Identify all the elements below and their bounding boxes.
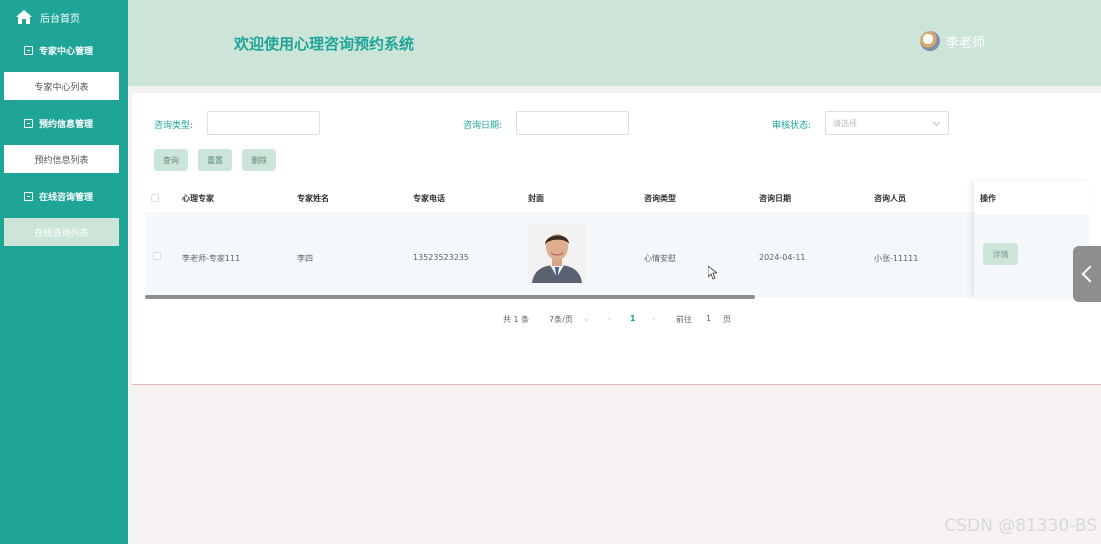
review-status-label: 审核状态:	[772, 121, 812, 131]
chevron-down-icon	[932, 118, 941, 127]
avatar	[919, 31, 940, 51]
delete-button[interactable]: 删除	[242, 149, 276, 171]
watermark: CSDN @81330-BS	[944, 516, 1097, 536]
sidebar-item-label: 在线咨询列表	[34, 228, 89, 239]
col-header: 咨询人员	[874, 194, 906, 203]
consult-date-input[interactable]	[516, 111, 629, 135]
mouse-cursor-icon	[708, 266, 717, 280]
page-title: 欢迎使用心理咨询预约系统	[234, 35, 415, 53]
page-size-select[interactable]: 7条/页	[549, 314, 573, 325]
sidebar-group-consult[interactable]: 在线咨询管理	[0, 180, 128, 212]
prev-page-icon[interactable]: ‹	[608, 314, 611, 323]
cell-name: 李四	[297, 254, 313, 263]
sidebar-item-label: 专家中心列表	[34, 82, 89, 93]
goto-label: 前往	[676, 315, 692, 324]
table-row[interactable]: 李老师-专家111 李四 13523523235 心情安慰 2024-04-11…	[145, 215, 1089, 297]
col-header: 咨询日期	[759, 194, 791, 203]
next-page-icon[interactable]: ›	[652, 314, 655, 323]
select-all-checkbox[interactable]	[151, 194, 159, 202]
page-number[interactable]: 1	[630, 314, 636, 323]
edit-icon	[24, 45, 33, 55]
page-suffix: 页	[723, 315, 731, 324]
reset-button[interactable]: 重置	[198, 149, 232, 171]
cover-image	[528, 225, 586, 283]
consult-date-label: 咨询日期:	[463, 121, 503, 131]
col-header: 心理专家	[182, 194, 214, 203]
cell-person: 小张-11111	[874, 254, 919, 263]
sidebar-home-label: 后台首页	[40, 13, 80, 25]
home-icon	[16, 10, 32, 24]
select-placeholder: 请选择	[833, 119, 857, 128]
goto-input[interactable]: 1	[706, 314, 711, 323]
cell-type: 心情安慰	[644, 254, 676, 263]
sidebar-item-expert-list[interactable]: 专家中心列表	[4, 72, 119, 100]
header: 欢迎使用心理咨询预约系统 李老师	[128, 0, 1101, 86]
chevron-down-icon: ⌄	[583, 314, 590, 323]
sidebar-item-consult-list[interactable]: 在线咨询列表	[4, 218, 119, 246]
sidebar-item-label: 预约信息列表	[34, 155, 89, 166]
row-checkbox[interactable]	[153, 252, 161, 260]
table-header-row: 心理专家 专家姓名 专家电话 封面 咨询类型 咨询日期 咨询人员	[145, 181, 1089, 214]
pagination-total: 共 1 条	[503, 315, 530, 324]
detail-button[interactable]: 详情	[983, 243, 1018, 265]
consult-type-label: 咨询类型:	[154, 121, 194, 131]
sidebar: 后台首页 专家中心管理 专家中心列表 预约信息管理 预约信息列表 在线咨询管理 …	[0, 0, 128, 544]
col-header: 封面	[528, 194, 544, 203]
col-header: 专家电话	[413, 194, 445, 203]
edit-icon	[24, 191, 33, 201]
main-panel: 咨询类型: 咨询日期: 审核状态: 请选择 查询 重置 删除 心理专家 专家姓名…	[132, 93, 1101, 385]
query-button[interactable]: 查询	[154, 149, 188, 171]
cell-expert: 李老师-专家111	[182, 254, 241, 263]
sidebar-group-expert[interactable]: 专家中心管理	[0, 34, 128, 66]
sidebar-group-label: 在线咨询管理	[39, 192, 94, 203]
edit-icon	[24, 118, 33, 128]
cell-phone: 13523523235	[413, 253, 469, 262]
col-header-action: 操作	[980, 194, 996, 203]
user-name: 李老师	[945, 35, 985, 51]
col-header: 咨询类型	[644, 194, 676, 203]
sidebar-group-label: 专家中心管理	[39, 46, 94, 57]
sidebar-home[interactable]: 后台首页	[0, 0, 128, 34]
horizontal-scrollbar[interactable]	[145, 295, 755, 299]
consult-type-input[interactable]	[207, 111, 320, 135]
cell-date: 2024-04-11	[759, 253, 806, 262]
collapse-tab[interactable]	[1073, 246, 1101, 302]
sidebar-group-label: 预约信息管理	[39, 119, 94, 130]
col-header: 专家姓名	[297, 194, 329, 203]
user-menu[interactable]: 李老师	[919, 31, 985, 51]
sidebar-group-appointment[interactable]: 预约信息管理	[0, 107, 128, 139]
review-status-select[interactable]: 请选择	[825, 111, 949, 135]
sidebar-item-appointment-list[interactable]: 预约信息列表	[4, 145, 119, 173]
action-column: 操作 详情	[974, 181, 1089, 297]
